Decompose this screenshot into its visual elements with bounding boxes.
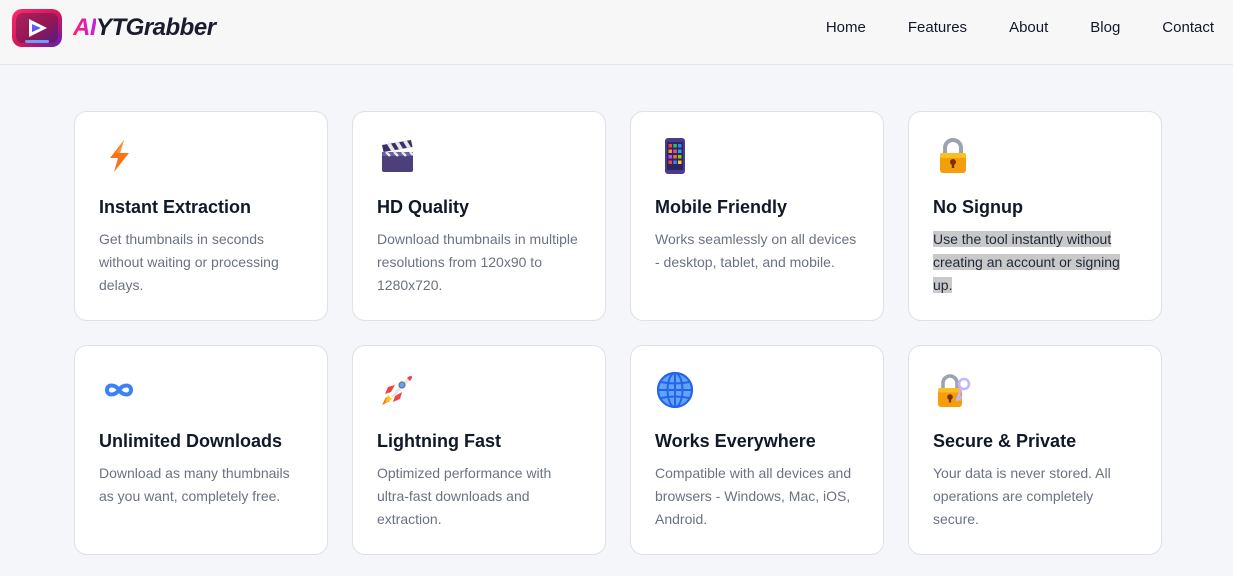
feature-card-mobile-friendly: Mobile Friendly Works seamlessly on all … <box>630 111 884 321</box>
feature-title: Works Everywhere <box>655 431 816 451</box>
lock-with-key-icon <box>938 374 971 407</box>
feature-description: Download as many thumbnails as you want,… <box>99 465 290 504</box>
mobile-phone-icon <box>665 138 685 174</box>
rocket-icon <box>382 375 413 405</box>
globe-icon <box>656 371 694 409</box>
feature-description: Works seamlessly on all devices - deskto… <box>655 231 857 270</box>
feature-title: Secure & Private <box>933 431 1077 451</box>
selected-text: Use the tool instantly without creating … <box>933 231 1120 293</box>
feature-card-secure-private: Secure & Private Your data is never stor… <box>908 345 1162 555</box>
feature-description: Optimized performance with ultra-fast do… <box>377 465 552 527</box>
brand-logo[interactable]: AIYTGrabber <box>11 8 216 48</box>
lightning-icon <box>110 140 129 172</box>
feature-card-no-signup: No Signup Use the tool instantly without… <box>908 111 1162 321</box>
main-nav: Home Features About Blog Contact <box>826 18 1214 38</box>
lock-icon <box>940 138 966 173</box>
feature-title: Mobile Friendly <box>655 197 788 217</box>
feature-card-hd-quality: HD Quality Download thumbnails in multip… <box>352 111 606 321</box>
nav-home-link[interactable]: Home <box>826 18 866 38</box>
clapper-board-icon <box>382 140 414 172</box>
nav-features-link[interactable]: Features <box>908 18 967 38</box>
feature-description-selected: Use the tool instantly without creating … <box>933 228 1137 297</box>
feature-card-unlimited-downloads: Unlimited Downloads Download as many thu… <box>74 345 328 555</box>
feature-title: HD Quality <box>377 197 470 217</box>
features-grid: Instant Extraction Get thumbnails in sec… <box>74 111 1162 555</box>
brand-name-ai: AI <box>73 14 97 41</box>
brand-name: AIYTGrabber <box>73 16 216 40</box>
nav-contact-link[interactable]: Contact <box>1162 18 1214 38</box>
feature-description: Get thumbnails in seconds without waitin… <box>99 231 279 293</box>
feature-description: Your data is never stored. All operation… <box>933 465 1111 527</box>
play-logo-icon <box>12 9 62 47</box>
feature-description: Compatible with all devices and browsers… <box>655 465 852 527</box>
feature-title: Lightning Fast <box>377 431 501 451</box>
nav-blog-link[interactable]: Blog <box>1090 18 1120 38</box>
feature-description: Download thumbnails in multiple resoluti… <box>377 231 578 293</box>
feature-title: Unlimited Downloads <box>99 431 283 451</box>
brand-name-rest: YTGrabber <box>96 14 216 41</box>
infinity-icon <box>104 383 134 397</box>
feature-title: No Signup <box>933 197 1023 217</box>
feature-card-works-everywhere: Works Everywhere Compatible with all dev… <box>630 345 884 555</box>
nav-about-link[interactable]: About <box>1009 18 1048 38</box>
feature-card-lightning-fast: Lightning Fast Optimized performance wit… <box>352 345 606 555</box>
navbar: AIYTGrabber Home Features About Blog Con… <box>0 0 1233 65</box>
feature-card-instant-extraction: Instant Extraction Get thumbnails in sec… <box>74 111 328 321</box>
feature-title: Instant Extraction <box>99 197 252 217</box>
